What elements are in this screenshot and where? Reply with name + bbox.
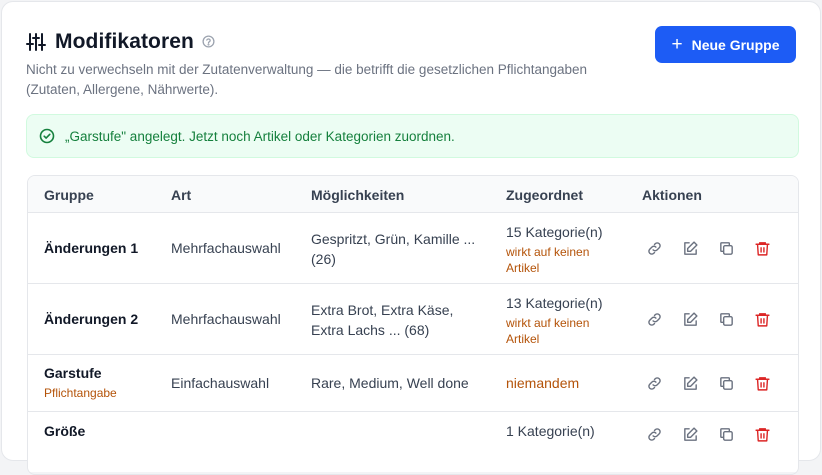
group-name: Änderungen 1 bbox=[44, 240, 139, 256]
table-row[interactable]: Größe 1 Kategorie(n) bbox=[28, 412, 798, 472]
table-header: Gruppe Art Möglichkeiten Zugeordnet Akti… bbox=[28, 176, 798, 213]
column-header-assigned: Zugeordnet bbox=[506, 187, 583, 203]
group-assigned: 1 Kategorie(n) bbox=[506, 423, 595, 439]
group-assigned: 15 Kategorie(n) wirkt auf keinen Artikel bbox=[506, 224, 603, 275]
link-icon[interactable] bbox=[645, 425, 663, 443]
group-type: Einfachauswahl bbox=[171, 375, 270, 391]
trash-icon[interactable] bbox=[753, 239, 771, 257]
alert-message: „Garstufe" angelegt. Jetzt noch Artikel … bbox=[65, 128, 455, 144]
plus-icon: + bbox=[671, 34, 683, 55]
table-row[interactable]: Änderungen 1 Mehrfachauswahl Gespritzt, … bbox=[28, 213, 798, 284]
link-icon[interactable] bbox=[645, 374, 663, 392]
row-actions bbox=[645, 425, 771, 443]
table-row[interactable]: Änderungen 2 Mehrfachauswahl Extra Brot,… bbox=[28, 284, 798, 355]
column-header-actions: Aktionen bbox=[642, 187, 702, 203]
row-actions bbox=[645, 310, 771, 328]
group-assigned: niemandem bbox=[506, 375, 580, 391]
copy-icon[interactable] bbox=[717, 310, 735, 328]
group-options: Rare, Medium, Well done bbox=[311, 375, 469, 391]
link-icon[interactable] bbox=[645, 310, 663, 328]
row-actions bbox=[645, 374, 771, 392]
group-name-cell: Garstufe Pflichtangabe bbox=[44, 365, 117, 400]
sliders-icon bbox=[26, 32, 46, 52]
trash-icon[interactable] bbox=[753, 374, 771, 392]
group-name: Änderungen 2 bbox=[44, 311, 139, 327]
assignment-warning: wirkt auf keinen Artikel bbox=[506, 245, 590, 275]
group-options: Extra Brot, Extra Käse, Extra Lachs ... … bbox=[311, 302, 454, 338]
group-type: Mehrfachauswahl bbox=[171, 311, 281, 327]
check-circle-icon bbox=[39, 128, 55, 144]
copy-icon[interactable] bbox=[717, 239, 735, 257]
mandatory-tag: Pflichtangabe bbox=[44, 386, 117, 400]
copy-icon[interactable] bbox=[717, 374, 735, 392]
page-title: Modifikatoren bbox=[55, 30, 194, 53]
copy-icon[interactable] bbox=[717, 425, 735, 443]
link-icon[interactable] bbox=[645, 239, 663, 257]
row-actions bbox=[645, 239, 771, 257]
new-group-button[interactable]: + Neue Gruppe bbox=[655, 26, 796, 63]
group-type: Mehrfachauswahl bbox=[171, 240, 281, 256]
group-options: Gespritzt, Grün, Kamille ... (26) bbox=[311, 231, 476, 267]
group-name: Garstufe bbox=[44, 365, 102, 381]
question-circle-icon[interactable] bbox=[202, 35, 216, 49]
modifiers-card: Modifikatoren Nicht zu verwechseln mit d… bbox=[1, 1, 821, 475]
edit-icon[interactable] bbox=[681, 310, 699, 328]
edit-icon[interactable] bbox=[681, 374, 699, 392]
page-subtitle: Nicht zu verwechseln mit der Zutatenverw… bbox=[26, 62, 588, 97]
modifier-groups-table: Gruppe Art Möglichkeiten Zugeordnet Akti… bbox=[27, 175, 799, 475]
trash-icon[interactable] bbox=[753, 425, 771, 443]
trash-icon[interactable] bbox=[753, 310, 771, 328]
group-assigned: 13 Kategorie(n) wirkt auf keinen Artikel bbox=[506, 295, 603, 346]
column-header-group: Gruppe bbox=[44, 187, 94, 203]
edit-icon[interactable] bbox=[681, 425, 699, 443]
edit-icon[interactable] bbox=[681, 239, 699, 257]
success-alert: „Garstufe" angelegt. Jetzt noch Artikel … bbox=[26, 114, 799, 158]
column-header-type: Art bbox=[171, 187, 192, 203]
table-row[interactable]: Garstufe Pflichtangabe Einfachauswahl Ra… bbox=[28, 355, 798, 412]
assignment-warning: wirkt auf keinen Artikel bbox=[506, 316, 590, 346]
group-name: Größe bbox=[44, 423, 86, 439]
new-group-label: Neue Gruppe bbox=[691, 36, 780, 53]
column-header-options: Möglichkeiten bbox=[311, 187, 405, 203]
